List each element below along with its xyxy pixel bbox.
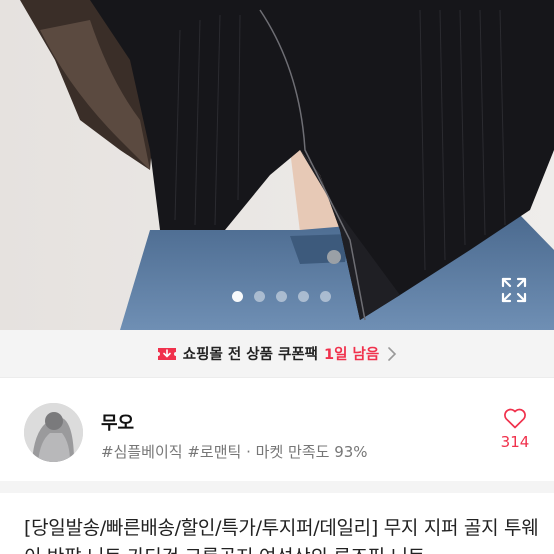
shop-avatar[interactable] bbox=[24, 403, 83, 462]
page-dot[interactable] bbox=[275, 291, 287, 302]
expand-icon[interactable] bbox=[500, 276, 528, 304]
shop-satisfaction: 마켓 만족도 93% bbox=[255, 443, 368, 461]
shop-name[interactable]: 무오 bbox=[101, 409, 134, 435]
page-dot-active[interactable] bbox=[231, 291, 243, 302]
section-divider bbox=[0, 481, 554, 493]
coupon-icon bbox=[157, 347, 176, 360]
shop-meta: #심플베이직 #로맨틱 · 마켓 만족도 93% bbox=[101, 441, 368, 462]
coupon-label: 쇼핑몰 전 상품 쿠폰팩 bbox=[182, 347, 319, 363]
coupon-remaining: 1일 남음 bbox=[324, 347, 380, 363]
like-count: 314 bbox=[500, 433, 530, 451]
product-photo bbox=[0, 0, 554, 330]
page-dot[interactable] bbox=[297, 291, 309, 302]
shop-info[interactable]: 무오 #심플베이직 #로맨틱 · 마켓 만족도 93% 314 bbox=[0, 379, 554, 481]
heart-icon[interactable] bbox=[503, 407, 527, 429]
chevron-right-icon bbox=[388, 346, 397, 361]
meta-separator: · bbox=[246, 443, 251, 461]
page-dot[interactable] bbox=[253, 291, 265, 302]
page-dot[interactable] bbox=[319, 291, 331, 302]
shop-tags[interactable]: #심플베이직 #로맨틱 bbox=[101, 443, 241, 461]
like-button[interactable]: 314 bbox=[498, 407, 532, 451]
avatar-image bbox=[24, 403, 83, 462]
coupon-banner[interactable]: 쇼핑몰 전 상품 쿠폰팩 1일 남음 bbox=[0, 330, 554, 378]
gallery-pagination[interactable] bbox=[0, 291, 554, 302]
product-image-gallery[interactable] bbox=[0, 0, 554, 330]
product-title: [당일발송/빠른배송/할인/특가/투지퍼/데일리] 무지 지퍼 골지 투웨이 반… bbox=[24, 517, 539, 554]
